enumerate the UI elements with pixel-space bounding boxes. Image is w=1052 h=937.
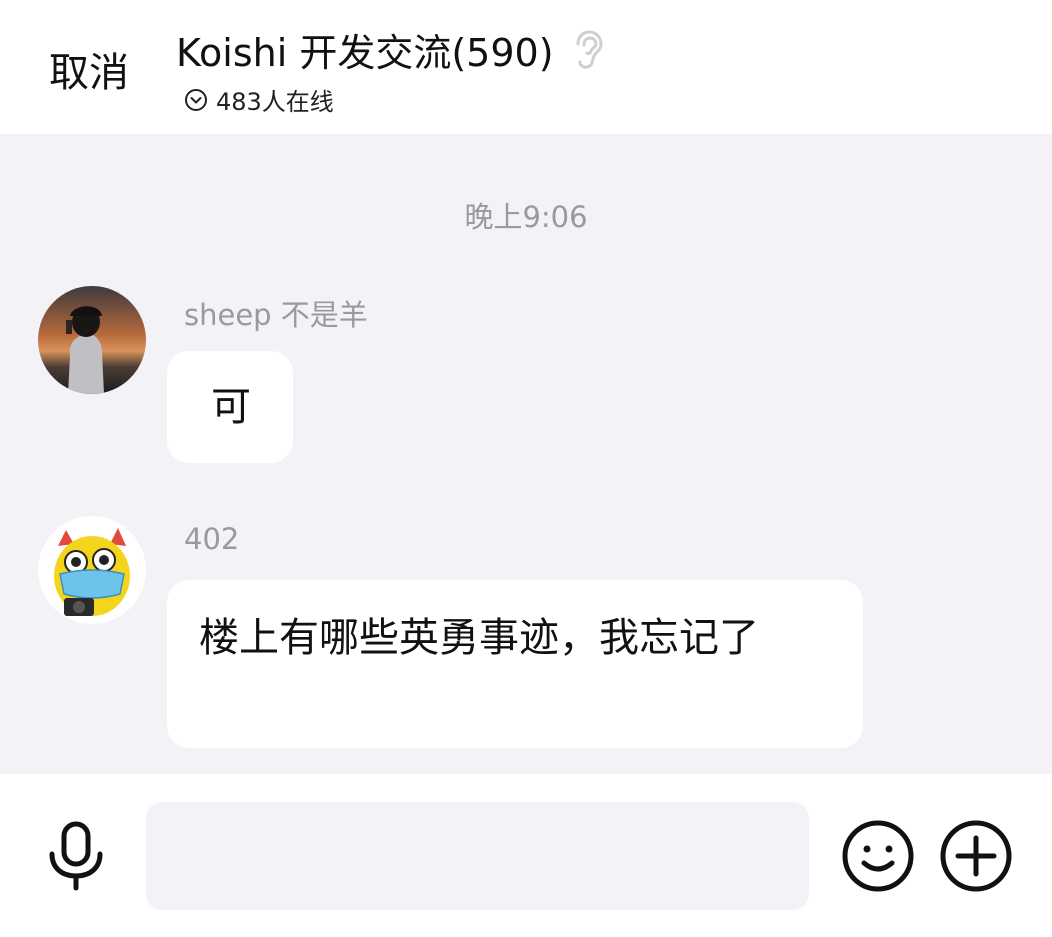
title-row: Koishi 开发交流(590) bbox=[176, 22, 604, 77]
cancel-button[interactable]: 取消 bbox=[49, 40, 129, 98]
message-timestamp: 晚上9:06 bbox=[464, 200, 588, 234]
sender-name: sheep 不是羊 bbox=[184, 298, 368, 332]
chat-area[interactable]: 晚上9:06 sheep 不是羊 可 402 楼上有哪些英勇事迹，我忘记了 bbox=[0, 134, 1052, 774]
ear-icon[interactable] bbox=[570, 29, 604, 70]
group-title[interactable]: Koishi 开发交流(590) bbox=[176, 22, 554, 77]
input-bar bbox=[0, 774, 1052, 937]
sender-name: 402 bbox=[184, 522, 240, 556]
message-input[interactable] bbox=[146, 802, 809, 910]
chat-header: 取消 Koishi 开发交流(590) 483人在线 bbox=[0, 0, 1052, 134]
message-bubble[interactable]: 楼上有哪些英勇事迹，我忘记了 bbox=[167, 580, 863, 748]
plus-circle-icon[interactable] bbox=[938, 818, 1014, 894]
avatar[interactable] bbox=[38, 516, 146, 624]
smiley-icon[interactable] bbox=[840, 818, 916, 894]
online-count: 483人在线 bbox=[216, 88, 334, 116]
chevron-down-circle-icon bbox=[185, 88, 207, 111]
message-text: 楼上有哪些英勇事迹，我忘记了 bbox=[199, 615, 759, 661]
message-bubble[interactable]: 可 bbox=[167, 351, 293, 463]
message-text: 可 bbox=[211, 384, 251, 430]
avatar[interactable] bbox=[38, 286, 146, 394]
microphone-icon[interactable] bbox=[44, 820, 108, 892]
online-status[interactable]: 483人在线 bbox=[184, 82, 334, 117]
